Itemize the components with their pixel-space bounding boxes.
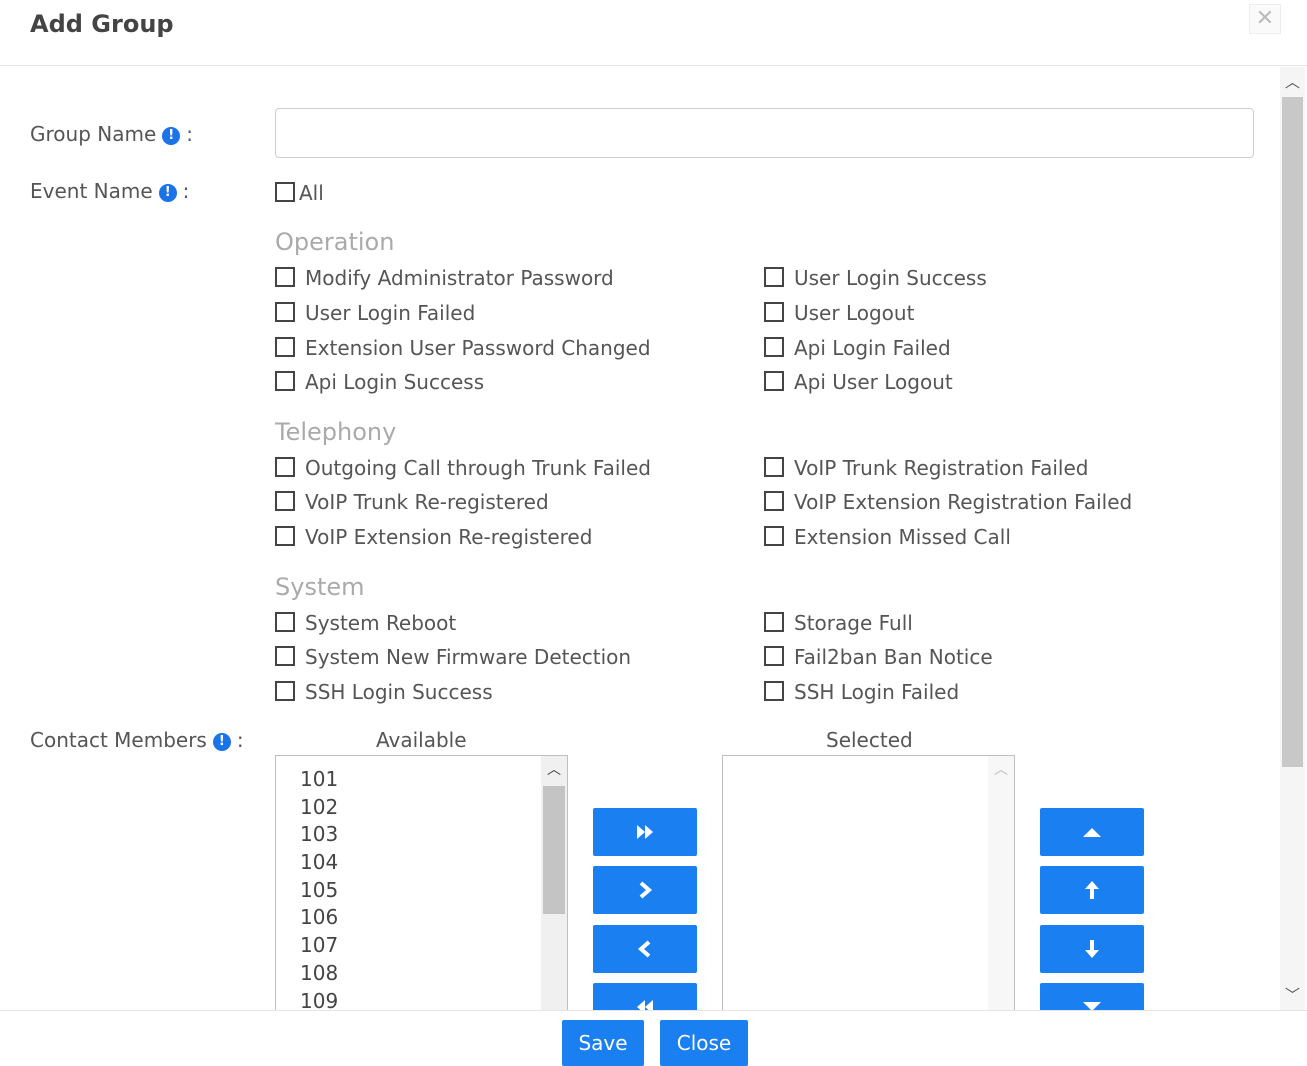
event-checkbox[interactable]: Outgoing Call through Trunk Failed [275, 456, 651, 480]
checkbox[interactable] [275, 337, 295, 357]
list-item[interactable]: 108 [300, 960, 338, 988]
double-chevron-left-icon [637, 1000, 653, 1010]
checkbox[interactable] [764, 491, 784, 511]
dialog-title: Add Group [30, 10, 174, 38]
event-checkbox[interactable]: Extension User Password Changed [275, 336, 651, 360]
move-top-button[interactable] [1040, 808, 1144, 856]
checkbox[interactable] [764, 646, 784, 666]
list-item[interactable]: 102 [300, 794, 338, 822]
checkbox[interactable] [275, 371, 295, 391]
dialog-body[interactable]: Group Name!: Event Name!: All Operation … [0, 67, 1307, 1010]
info-icon[interactable]: ! [212, 733, 231, 751]
section-title-operation: Operation [275, 228, 395, 256]
close-button[interactable]: Close [660, 1020, 748, 1066]
triangle-down-icon [1083, 1002, 1101, 1010]
save-button[interactable]: Save [562, 1020, 644, 1066]
selected-scrollbar[interactable]: ︿ [988, 756, 1014, 1010]
checkbox[interactable] [275, 267, 295, 287]
info-icon[interactable]: ! [158, 184, 177, 202]
event-checkbox[interactable]: SSH Login Success [275, 680, 493, 704]
event-checkbox[interactable]: Modify Administrator Password [275, 266, 614, 290]
selected-listbox[interactable]: ︿ [722, 755, 1015, 1010]
available-header: Available [376, 728, 467, 752]
list-item[interactable]: 103 [300, 821, 338, 849]
checkbox[interactable] [764, 457, 784, 477]
available-listbox[interactable]: 101 102 103 104 105 106 107 108 109 ︿ [275, 755, 568, 1010]
event-name-label: Event Name!: [30, 179, 190, 203]
list-item[interactable]: 105 [300, 877, 338, 905]
move-down-button[interactable] [1040, 925, 1144, 973]
chevron-up-icon[interactable]: ︿ [541, 756, 567, 784]
event-checkbox[interactable]: VoIP Extension Re-registered [275, 525, 592, 549]
scroll-thumb[interactable] [543, 786, 565, 914]
contact-members-label: Contact Members!: [30, 728, 244, 752]
event-checkbox[interactable]: User Login Success [764, 266, 987, 290]
checkbox[interactable] [275, 612, 295, 632]
double-chevron-right-icon [637, 825, 653, 839]
list-item[interactable]: 109 [300, 988, 338, 1011]
checkbox[interactable] [275, 302, 295, 322]
checkbox[interactable] [275, 526, 295, 546]
checkbox[interactable] [275, 182, 295, 202]
event-checkbox[interactable]: VoIP Extension Registration Failed [764, 490, 1132, 514]
available-scrollbar[interactable]: ︿ [541, 756, 567, 1010]
add-button[interactable] [593, 866, 697, 914]
arrow-down-icon [1085, 940, 1099, 958]
event-checkbox[interactable]: Extension Missed Call [764, 525, 1011, 549]
close-icon[interactable]: ✕ [1249, 4, 1281, 34]
event-checkbox[interactable]: User Login Failed [275, 301, 475, 325]
section-title-telephony: Telephony [275, 418, 397, 446]
move-bottom-button[interactable] [1040, 983, 1144, 1010]
group-name-label: Group Name!: [30, 122, 193, 146]
chevron-up-icon[interactable]: ︿ [1280, 69, 1305, 95]
chevron-up-icon[interactable]: ︿ [988, 756, 1014, 784]
chevron-right-icon [639, 881, 652, 899]
checkbox[interactable] [275, 681, 295, 701]
checkbox[interactable] [764, 337, 784, 357]
list-item[interactable]: 104 [300, 849, 338, 877]
event-checkbox[interactable]: Api Login Success [275, 370, 484, 394]
remove-button[interactable] [593, 925, 697, 973]
event-checkbox[interactable]: System New Firmware Detection [275, 645, 631, 669]
event-checkbox[interactable]: Api User Logout [764, 370, 953, 394]
section-title-system: System [275, 573, 365, 601]
dialog-footer: Save Close [0, 1010, 1307, 1066]
checkbox[interactable] [764, 612, 784, 632]
info-icon[interactable]: ! [162, 127, 181, 145]
all-events-checkbox[interactable]: All [275, 181, 324, 205]
checkbox[interactable] [275, 491, 295, 511]
arrow-up-icon [1085, 881, 1099, 899]
add-all-button[interactable] [593, 808, 697, 856]
checkbox[interactable] [764, 371, 784, 391]
available-options[interactable]: 101 102 103 104 105 106 107 108 109 [300, 766, 338, 1010]
checkbox[interactable] [764, 526, 784, 546]
event-checkbox[interactable]: VoIP Trunk Re-registered [275, 490, 549, 514]
checkbox[interactable] [275, 646, 295, 666]
triangle-up-icon [1083, 828, 1101, 837]
event-checkbox[interactable]: Fail2ban Ban Notice [764, 645, 993, 669]
selected-header: Selected [826, 728, 913, 752]
event-checkbox[interactable]: Api Login Failed [764, 336, 951, 360]
group-name-input[interactable] [275, 108, 1254, 158]
checkbox[interactable] [275, 457, 295, 477]
event-checkbox[interactable]: VoIP Trunk Registration Failed [764, 456, 1088, 480]
dialog-scrollbar[interactable]: ︿ ﹀ [1280, 67, 1305, 1010]
move-up-button[interactable] [1040, 866, 1144, 914]
event-checkbox[interactable]: Storage Full [764, 611, 913, 635]
event-checkbox[interactable]: System Reboot [275, 611, 456, 635]
checkbox[interactable] [764, 267, 784, 287]
scroll-thumb[interactable] [1282, 97, 1303, 767]
list-item[interactable]: 101 [300, 766, 338, 794]
dialog-header: Add Group ✕ [0, 0, 1307, 66]
event-checkbox[interactable]: SSH Login Failed [764, 680, 959, 704]
checkbox[interactable] [764, 681, 784, 701]
event-checkbox[interactable]: User Logout [764, 301, 914, 325]
chevron-left-icon [638, 940, 651, 958]
remove-all-button[interactable] [593, 983, 697, 1010]
checkbox[interactable] [764, 302, 784, 322]
chevron-down-icon[interactable]: ﹀ [1280, 982, 1305, 1008]
list-item[interactable]: 107 [300, 932, 338, 960]
list-item[interactable]: 106 [300, 904, 338, 932]
